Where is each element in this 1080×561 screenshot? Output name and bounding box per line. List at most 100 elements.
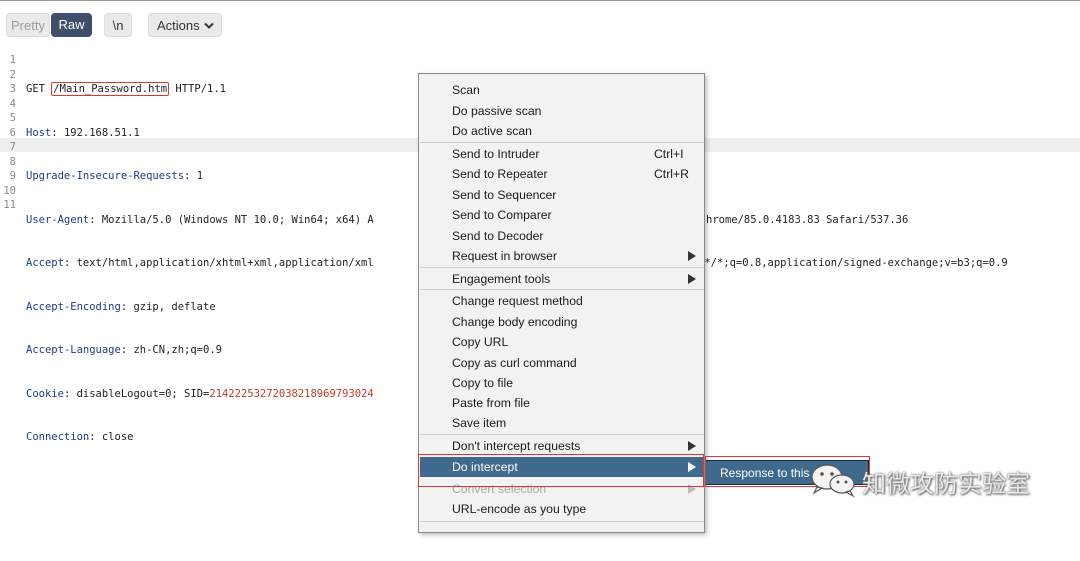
shortcut-label: Ctrl+I	[654, 147, 684, 161]
menu-item-url-encode[interactable]: URL-encode as you type	[420, 499, 704, 519]
header-name: User-Agent	[26, 213, 90, 226]
line-number: 6	[9, 126, 16, 139]
submenu-arrow-icon	[688, 441, 696, 451]
menu-item-passive-scan[interactable]: Do passive scan	[420, 101, 704, 121]
menu-item-engagement-tools[interactable]: Engagement tools	[420, 269, 704, 289]
line-number: 7	[9, 141, 16, 153]
menu-item-label: Engagement tools	[452, 272, 551, 286]
menu-item-copy-to-file[interactable]: Copy to file	[420, 373, 704, 393]
cookie-sid-value: 21422253272038218969793024	[209, 387, 374, 400]
line-number: 9	[9, 170, 16, 182]
header-name: Cookie	[26, 387, 64, 400]
menu-item-paste-from-file[interactable]: Paste from file	[420, 393, 704, 413]
menu-item-change-request-method[interactable]: Change request method	[420, 291, 704, 311]
header-line-connection: Connection: close	[26, 430, 374, 445]
raw-tab[interactable]: Raw	[51, 13, 92, 37]
header-value: : zh-CN,zh;q=0.9	[120, 344, 222, 356]
menu-item-label: Request in browser	[452, 249, 557, 263]
menu-item-label: URL-encode as you type	[452, 502, 587, 516]
header-name: Host	[26, 126, 52, 139]
empty-line	[26, 474, 374, 489]
header-line-user-agent: User-Agent: Mozilla/5.0 (Windows NT 10.0…	[26, 213, 908, 228]
header-name: Accept-Language	[26, 344, 121, 356]
header-value: : Mozilla/5.0 (Windows NT 10.0; Win64; x…	[89, 213, 374, 226]
wechat-icon	[811, 464, 855, 498]
header-value-tail: hrome/85.0.4183.83 Safari/537.36	[706, 213, 909, 226]
line-number: 4	[9, 97, 16, 110]
menu-item-label: Copy URL	[452, 335, 509, 349]
menu-item-change-body-encoding[interactable]: Change body encoding	[420, 312, 704, 332]
submenu-arrow-icon	[688, 274, 696, 284]
do-intercept-highlight-box	[418, 454, 704, 487]
menu-item-label: Do passive scan	[452, 104, 542, 118]
request-text[interactable]: GET /Main_Password.htm HTTP/1.1 Host: 19…	[26, 53, 1008, 561]
header-value: : close	[89, 431, 134, 443]
header-value-tail: */*;q=0.8,application/signed-exchange;v=…	[698, 257, 1008, 269]
menu-separator	[420, 521, 704, 522]
http-protocol: HTTP/1.1	[169, 83, 226, 95]
menu-item-label: Scan	[452, 83, 480, 97]
menu-item-label: Save item	[452, 416, 507, 430]
header-value: : gzip, deflate	[120, 300, 216, 313]
menu-item-label: Change request method	[452, 294, 583, 308]
submenu-arrow-icon	[688, 251, 696, 261]
header-value: : 192.168.51.1	[51, 126, 140, 139]
menu-item-label: Change body encoding	[452, 315, 578, 329]
header-name: Upgrade-Insecure-Requests	[26, 170, 185, 182]
header-line-upgrade: Upgrade-Insecure-Requests: 1	[26, 169, 374, 184]
menu-separator	[420, 142, 704, 143]
menu-item-label: Send to Intruder	[452, 147, 540, 161]
menu-item-save-item[interactable]: Save item	[420, 413, 704, 433]
menu-item-label: Don't intercept requests	[452, 439, 581, 453]
menu-separator	[420, 434, 704, 435]
menu-item-label: Do active scan	[452, 124, 532, 138]
menu-separator	[420, 289, 704, 290]
top-border	[0, 0, 1080, 1]
menu-item-send-to-repeater[interactable]: Send to Repeater Ctrl+R	[420, 164, 704, 184]
header-value: : disableLogout=0; SID=	[63, 387, 210, 400]
menu-item-copy-url[interactable]: Copy URL	[420, 332, 704, 352]
menu-item-label: Send to Decoder	[452, 229, 544, 243]
header-name: Connection	[26, 431, 90, 443]
header-line-cookie: Cookie: disableLogout=0; SID=21422253272…	[26, 387, 374, 402]
menu-item-send-to-decoder[interactable]: Send to Decoder	[420, 226, 704, 246]
menu-item-send-to-intruder[interactable]: Send to Intruder Ctrl+I	[420, 144, 704, 164]
pretty-tab[interactable]: Pretty	[6, 13, 50, 37]
line-number: 5	[9, 112, 16, 124]
newline-toggle-button[interactable]: \n	[104, 13, 132, 37]
actions-label: Actions	[157, 18, 200, 33]
line-number: 2	[9, 68, 16, 81]
line-number: 11	[3, 199, 16, 211]
menu-item-scan[interactable]: Scan	[420, 80, 704, 100]
header-name: Accept-Encoding	[26, 300, 121, 313]
menu-item-active-scan[interactable]: Do active scan	[420, 121, 704, 141]
menu-item-label: Send to Comparer	[452, 208, 552, 222]
header-value: : 1	[184, 170, 204, 182]
menu-item-label: Copy as curl command	[452, 356, 577, 370]
line-numbers: 1 2 3 4 5 6 7 8 9 10 11	[0, 53, 16, 213]
menu-item-label: Paste from file	[452, 396, 530, 410]
header-name: Accept	[26, 257, 64, 269]
header-value: : text/html,application/xhtml+xml,applic…	[63, 257, 374, 269]
menu-item-request-in-browser[interactable]: Request in browser	[420, 246, 704, 266]
menu-item-label: Send to Repeater	[452, 167, 548, 181]
chevron-down-icon	[204, 22, 214, 29]
line-number: 3	[9, 83, 16, 95]
menu-item-copy-as-curl[interactable]: Copy as curl command	[420, 353, 704, 373]
watermark-text: 知微攻防实验室	[862, 470, 1030, 498]
shortcut-label: Ctrl+R	[654, 167, 689, 181]
menu-item-send-to-sequencer[interactable]: Send to Sequencer	[420, 185, 704, 205]
actions-dropdown[interactable]: Actions	[148, 13, 222, 37]
request-line: GET /Main_Password.htm HTTP/1.1	[26, 82, 374, 97]
menu-item-send-to-comparer[interactable]: Send to Comparer	[420, 205, 704, 225]
menu-item-dont-intercept[interactable]: Don't intercept requests	[420, 436, 704, 456]
line-number: 1	[9, 54, 16, 66]
http-method: GET	[26, 83, 52, 95]
menu-separator	[420, 267, 704, 268]
header-line-host: Host: 192.168.51.1	[26, 126, 374, 141]
header-line-accept-language: Accept-Language: zh-CN,zh;q=0.9	[26, 343, 374, 358]
header-line-accept: Accept: text/html,application/xhtml+xml,…	[26, 256, 1008, 271]
empty-line	[26, 517, 374, 532]
line-number: 10	[3, 184, 16, 197]
header-line-accept-encoding: Accept-Encoding: gzip, deflate	[26, 300, 374, 315]
